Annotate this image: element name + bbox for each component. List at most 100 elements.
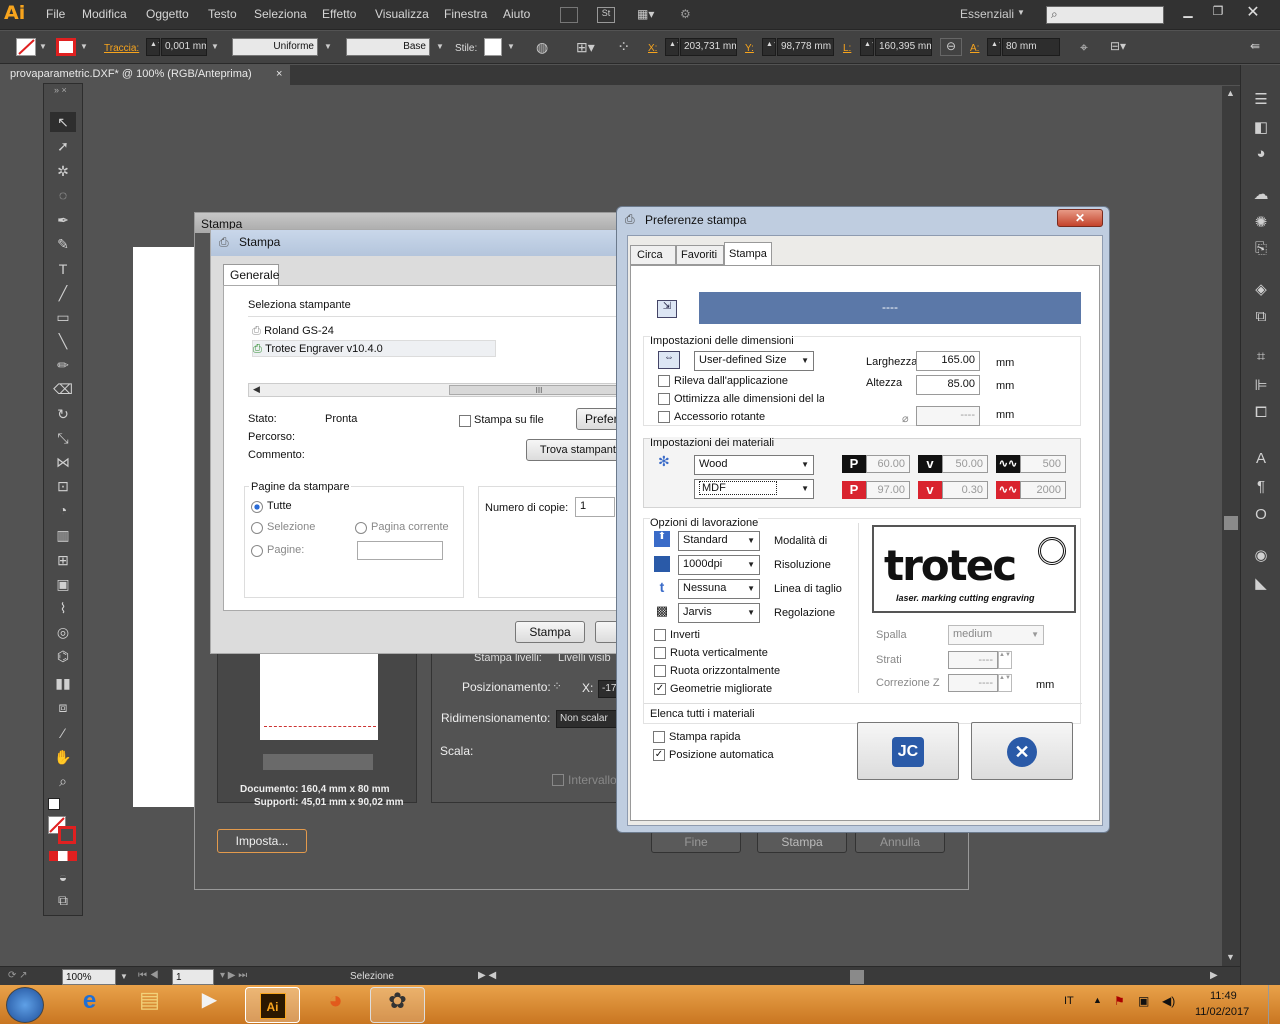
width-stepper[interactable]: ▲▼: [860, 38, 874, 56]
opentype-panel-icon[interactable]: O: [1249, 506, 1273, 528]
screen-mode-icon[interactable]: ⧉: [50, 890, 76, 910]
ie-icon[interactable]: e: [62, 987, 117, 1023]
radio-selection[interactable]: [251, 522, 263, 534]
tab-generale[interactable]: Generale: [223, 264, 279, 286]
explorer-icon[interactable]: ▤: [122, 987, 177, 1023]
menu-oggetto[interactable]: Oggetto: [146, 7, 189, 21]
resolution-dropdown[interactable]: 1000dpi ▼: [678, 555, 760, 575]
layers-stepper[interactable]: ▲▼: [998, 651, 1012, 669]
fast-print-checkbox[interactable]: [653, 731, 665, 743]
artboards-panel-icon[interactable]: ⧉: [1249, 308, 1273, 330]
paragraph-panel-icon[interactable]: ¶: [1249, 478, 1273, 500]
symbols-panel-icon[interactable]: ⎘: [1249, 240, 1273, 262]
lasso-tool-icon[interactable]: ◌: [50, 185, 76, 205]
minimize-button[interactable]: ▁: [1175, 4, 1201, 24]
network-icon[interactable]: ▣: [1138, 994, 1149, 1008]
align-to-icon[interactable]: ⊞▾: [576, 39, 595, 56]
power-field-1[interactable]: 60.00: [866, 455, 910, 473]
zoom-tool-icon[interactable]: ⌕: [50, 771, 76, 791]
geometry-checkbox[interactable]: ✓: [654, 683, 666, 695]
radio-all[interactable]: [251, 501, 263, 513]
swatches-panel-icon[interactable]: ◕: [1249, 145, 1273, 167]
workspace-switcher[interactable]: Essenziali: [960, 7, 1014, 21]
menu-visualizza[interactable]: Visualizza: [375, 7, 429, 21]
velocity-field-1[interactable]: 50.00: [942, 455, 988, 473]
blend-tool-icon[interactable]: ◎: [50, 622, 76, 642]
detect-from-app-checkbox[interactable]: [658, 375, 670, 387]
page-size-dropdown[interactable]: User-defined Size ▼: [694, 351, 814, 371]
width-field[interactable]: 165.00: [916, 351, 980, 371]
zoom-field[interactable]: 100%: [62, 969, 116, 985]
link-icon[interactable]: ⊖: [940, 38, 962, 56]
stroke-weight-field[interactable]: 0,001 mm: [161, 38, 207, 56]
chevron-down-icon[interactable]: ▼: [39, 42, 47, 51]
hand-tool-icon[interactable]: ✋: [50, 747, 76, 767]
free-transform-tool-icon[interactable]: ⊡: [50, 476, 76, 496]
x-stepper[interactable]: ▲▼: [665, 38, 679, 56]
recolor-icon[interactable]: ◍: [536, 39, 548, 56]
stroke-swatch[interactable]: [56, 38, 76, 56]
thickness-dropdown[interactable]: medium ▼: [948, 625, 1044, 645]
isolate-icon[interactable]: ⊟▾: [1110, 39, 1126, 53]
material-sub-dropdown[interactable]: MDF ▼: [694, 479, 814, 499]
clock-time[interactable]: 11:49: [1210, 990, 1237, 1002]
mesh-tool-icon[interactable]: ⊞: [50, 550, 76, 570]
align-panel-icon[interactable]: ⊫: [1249, 376, 1273, 398]
chevron-down-icon[interactable]: ▼: [120, 972, 128, 981]
selection-tool-icon[interactable]: ↖: [50, 112, 76, 132]
setup-button[interactable]: Imposta...: [217, 829, 307, 853]
default-colors-icon[interactable]: [48, 798, 60, 810]
ai-print-button[interactable]: Stampa: [757, 831, 847, 853]
print-button[interactable]: Stampa: [515, 621, 585, 643]
power-field-2[interactable]: 97.00: [866, 481, 910, 499]
close-button[interactable]: ✕: [1057, 209, 1103, 227]
variable-width-profile[interactable]: Uniforme: [232, 38, 318, 56]
frequency-field-1[interactable]: 500: [1020, 455, 1066, 473]
stroke-label[interactable]: Traccia:: [104, 43, 139, 54]
chevron-down-icon[interactable]: ▼: [507, 42, 515, 51]
scroll-left-icon[interactable]: ◀: [253, 384, 260, 395]
draw-mode-icon[interactable]: ◒: [50, 867, 76, 887]
chevron-down-icon[interactable]: ▼: [80, 42, 88, 51]
artboard-number-field[interactable]: 1: [172, 969, 214, 985]
restore-button[interactable]: ❐: [1205, 4, 1231, 24]
artboard-tool-icon[interactable]: ⧈: [50, 697, 76, 717]
libraries-panel-icon[interactable]: ☁: [1249, 185, 1273, 207]
height-field[interactable]: 80 mm: [1002, 38, 1060, 56]
close-window-button[interactable]: ✕: [1238, 2, 1268, 22]
velocity-field-2[interactable]: 0.30: [942, 481, 988, 499]
printer-list-scrollbar[interactable]: ◀ III: [248, 383, 629, 397]
printer-item-roland[interactable]: ⎙ Roland GS-24: [252, 323, 496, 339]
layers-panel-icon[interactable]: ◈: [1249, 280, 1273, 302]
printer-item-trotec[interactable]: ⎙ Trotec Engraver v10.4.0: [252, 340, 496, 357]
shape-builder-tool-icon[interactable]: ◔: [50, 500, 76, 520]
paintbrush-tool-icon[interactable]: ╲: [50, 331, 76, 351]
mode-dropdown[interactable]: Standard ▼: [678, 531, 760, 551]
symbol-sprayer-tool-icon[interactable]: ⌬: [50, 646, 76, 666]
fill-swatch[interactable]: [16, 38, 36, 56]
action-center-icon[interactable]: ⚑: [1114, 994, 1125, 1008]
vertical-scrollbar[interactable]: ▲ ▼: [1222, 86, 1240, 966]
height-field[interactable]: 85.00: [916, 375, 980, 395]
scroll-thumb[interactable]: [1224, 516, 1238, 530]
pencil-tool-icon[interactable]: ✏: [50, 355, 76, 375]
hflip-checkbox[interactable]: [654, 665, 666, 677]
search-input[interactable]: ⌕: [1046, 6, 1164, 24]
close-icon[interactable]: ×: [276, 68, 282, 80]
height-stepper[interactable]: ▲▼: [987, 38, 1001, 56]
show-desktop-button[interactable]: [1268, 985, 1280, 1024]
hscroll-thumb[interactable]: [850, 970, 864, 984]
pathfinder-panel-icon[interactable]: ⧠: [1249, 404, 1273, 426]
zcorr-field[interactable]: ----: [948, 674, 998, 692]
gpu-icon[interactable]: ⚙: [680, 7, 702, 23]
line-tool-icon[interactable]: ╱: [50, 283, 76, 303]
frequency-field-2[interactable]: 2000: [1020, 481, 1066, 499]
appearance-panel-icon[interactable]: ◉: [1249, 546, 1273, 568]
slice-tool-icon[interactable]: ⁄: [50, 723, 76, 743]
volume-icon[interactable]: ◀): [1162, 994, 1175, 1008]
rotate-tool-icon[interactable]: ↻: [50, 404, 76, 424]
menu-testo[interactable]: Testo: [208, 7, 237, 21]
menu-file[interactable]: File: [46, 7, 65, 21]
color-mode-icon[interactable]: [49, 851, 77, 861]
jobcontrol-button[interactable]: JC: [857, 722, 959, 780]
